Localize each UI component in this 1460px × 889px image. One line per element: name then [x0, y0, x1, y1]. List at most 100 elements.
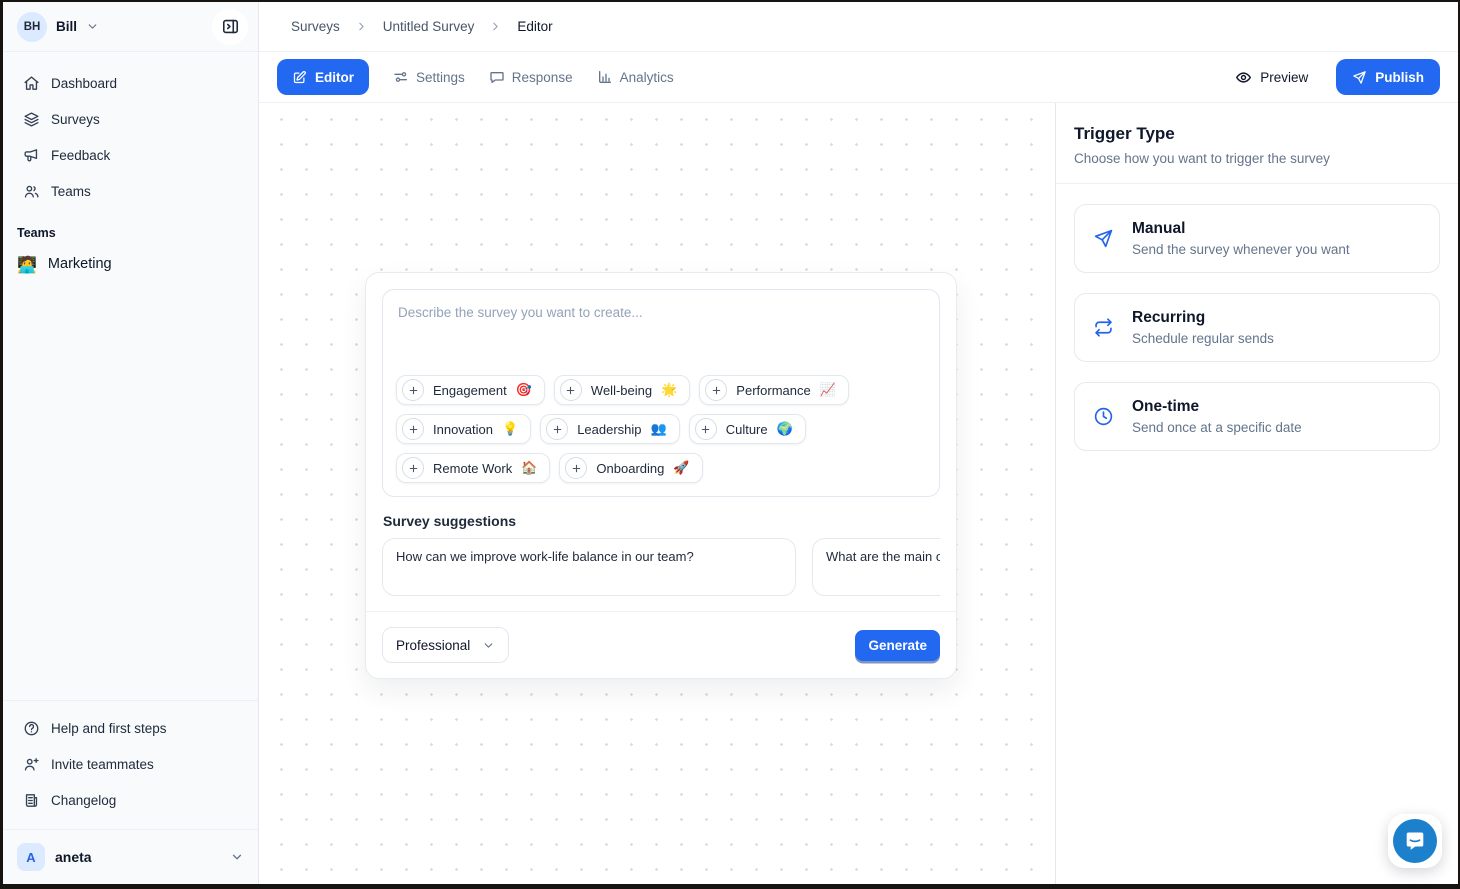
chip-label: Innovation	[433, 422, 493, 437]
generate-button[interactable]: Generate	[855, 630, 940, 661]
chip-emoji: 🌍	[777, 422, 793, 437]
sidebar-nav: Dashboard Surveys Feedback Teams	[3, 52, 258, 212]
sidebar-item-label: Dashboard	[51, 76, 117, 91]
sidebar-item-feedback[interactable]: Feedback	[13, 138, 248, 172]
trigger-option-one-time[interactable]: One-time Send once at a specific date	[1074, 382, 1440, 451]
breadcrumb-untitled-survey[interactable]: Untitled Survey	[383, 19, 475, 34]
window-frame: BH Bill Dashboard	[0, 0, 1460, 889]
editor-canvas[interactable]: Engagement 🎯 Well-being 🌟 Performance	[259, 103, 1056, 884]
chip-emoji: 🏠	[521, 461, 537, 476]
tone-select[interactable]: Professional	[382, 627, 509, 663]
trigger-option-recurring[interactable]: Recurring Schedule regular sends	[1074, 293, 1440, 362]
plus-circle-icon[interactable]	[565, 457, 587, 479]
chat-bubble-smile-icon	[1403, 829, 1427, 853]
plus-circle-icon[interactable]	[402, 457, 424, 479]
chat-bubble-icon	[489, 69, 505, 85]
clock-icon	[1093, 406, 1115, 427]
editor-toolbar: Editor Settings Response Analytics	[259, 52, 1458, 103]
pencil-square-icon	[292, 70, 307, 85]
paper-plane-icon	[1352, 70, 1367, 85]
option-description: Send once at a specific date	[1132, 420, 1302, 435]
home-icon	[23, 75, 40, 92]
sidebar-item-label: Help and first steps	[51, 721, 167, 736]
chip-emoji: 🚀	[673, 461, 689, 476]
tab-response[interactable]: Response	[489, 69, 573, 85]
sidebar-item-label: Invite teammates	[51, 757, 154, 772]
suggestion-card[interactable]: How can we improve work-life balance in …	[382, 538, 796, 596]
chip-emoji: 📈	[820, 383, 836, 398]
chip-leadership[interactable]: Leadership 👥	[540, 414, 680, 444]
chip-label: Leadership	[577, 422, 641, 437]
composer-footer: Professional Generate	[366, 611, 956, 678]
publish-label: Publish	[1375, 70, 1424, 85]
sidebar-item-label: Teams	[51, 184, 91, 199]
tab-analytics[interactable]: Analytics	[597, 69, 674, 85]
plus-circle-icon[interactable]	[705, 379, 727, 401]
plus-circle-icon[interactable]	[402, 418, 424, 440]
chevron-down-icon	[230, 850, 244, 864]
sidebar-item-changelog[interactable]: Changelog	[13, 783, 248, 817]
tab-label: Editor	[315, 70, 354, 85]
plus-circle-icon[interactable]	[695, 418, 717, 440]
chip-innovation[interactable]: Innovation 💡	[396, 414, 531, 444]
app: BH Bill Dashboard	[3, 2, 1458, 884]
option-title: Manual	[1132, 220, 1350, 238]
sidebar-item-label: Surveys	[51, 112, 100, 127]
plus-circle-icon[interactable]	[402, 379, 424, 401]
chevron-down-icon	[482, 639, 495, 652]
user-menu[interactable]: A aneta	[3, 829, 258, 884]
teams-section-label: Teams	[3, 212, 258, 246]
plus-circle-icon[interactable]	[560, 379, 582, 401]
sidebar-item-team-marketing[interactable]: 🧑‍💻 Marketing	[3, 246, 258, 282]
tab-editor[interactable]: Editor	[277, 59, 369, 95]
chip-engagement[interactable]: Engagement 🎯	[396, 375, 545, 405]
chip-performance[interactable]: Performance 📈	[699, 375, 849, 405]
publish-button[interactable]: Publish	[1336, 59, 1440, 95]
prompt-box: Engagement 🎯 Well-being 🌟 Performance	[382, 289, 940, 497]
sliders-icon	[393, 69, 409, 85]
sidebar-item-invite[interactable]: Invite teammates	[13, 747, 248, 781]
sidebar-item-label: Feedback	[51, 148, 110, 163]
sidebar-item-help[interactable]: Help and first steps	[13, 711, 248, 745]
chat-launcher-container	[1388, 814, 1442, 868]
sidebar-item-surveys[interactable]: Surveys	[13, 102, 248, 136]
trigger-option-manual[interactable]: Manual Send the survey whenever you want	[1074, 204, 1440, 273]
workspace-switcher[interactable]: BH Bill	[3, 2, 258, 52]
survey-composer-card: Engagement 🎯 Well-being 🌟 Performance	[365, 272, 957, 679]
eye-icon	[1235, 69, 1252, 86]
changelog-icon	[23, 792, 40, 809]
chip-label: Culture	[726, 422, 768, 437]
chip-emoji: 👥	[651, 422, 667, 437]
suggestions-title: Survey suggestions	[383, 513, 939, 529]
preview-button[interactable]: Preview	[1229, 68, 1314, 87]
megaphone-icon	[23, 147, 40, 164]
repeat-icon	[1093, 317, 1115, 338]
breadcrumb-surveys[interactable]: Surveys	[291, 19, 340, 34]
sidebar-item-teams[interactable]: Teams	[13, 174, 248, 208]
sidebar-item-label: Changelog	[51, 793, 116, 808]
trigger-options: Manual Send the survey whenever you want…	[1056, 184, 1458, 471]
collapse-sidebar-button[interactable]	[212, 9, 248, 45]
chat-launcher-button[interactable]	[1393, 819, 1437, 863]
option-text: One-time Send once at a specific date	[1132, 398, 1302, 435]
chip-label: Remote Work	[433, 461, 512, 476]
chip-onboarding[interactable]: Onboarding 🚀	[559, 453, 702, 483]
chip-remote-work[interactable]: Remote Work 🏠	[396, 453, 550, 483]
team-emoji: 🧑‍💻	[17, 255, 37, 274]
survey-description-input[interactable]	[396, 303, 926, 369]
user-name: aneta	[55, 849, 220, 865]
tab-settings[interactable]: Settings	[393, 69, 465, 85]
chip-label: Onboarding	[596, 461, 664, 476]
suggestion-card[interactable]: What are the main ob	[812, 538, 940, 596]
chip-well-being[interactable]: Well-being 🌟	[554, 375, 690, 405]
chip-emoji: 💡	[502, 422, 518, 437]
content: Engagement 🎯 Well-being 🌟 Performance	[259, 103, 1458, 884]
sidebar: BH Bill Dashboard	[3, 2, 259, 884]
plus-circle-icon[interactable]	[546, 418, 568, 440]
workspace-name: Bill	[56, 19, 77, 34]
chip-label: Performance	[736, 383, 810, 398]
option-description: Send the survey whenever you want	[1132, 242, 1350, 257]
chip-culture[interactable]: Culture 🌍	[689, 414, 806, 444]
chevron-down-icon	[86, 20, 99, 33]
sidebar-item-dashboard[interactable]: Dashboard	[13, 66, 248, 100]
